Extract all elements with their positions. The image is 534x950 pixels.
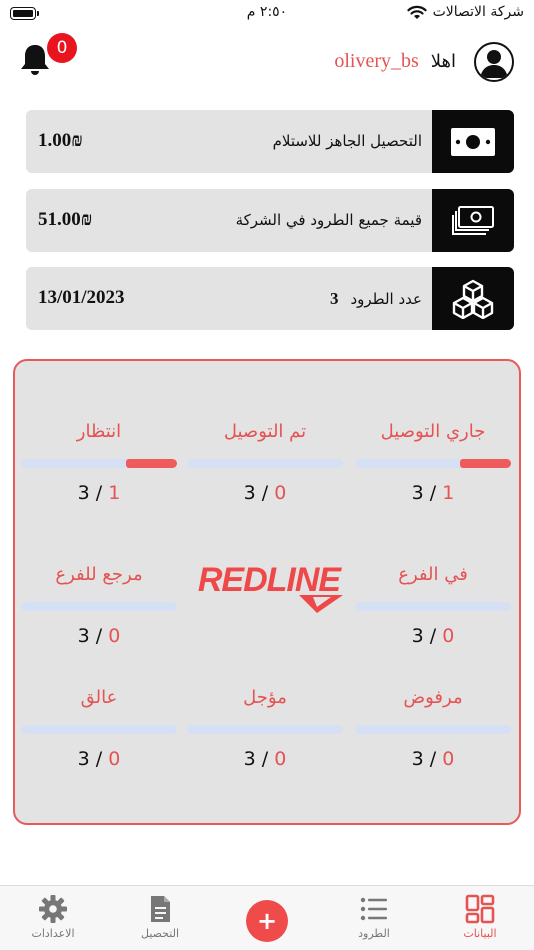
status-cell-waiting[interactable]: انتظار 3 / 1 [21,421,177,504]
card-parcels-count[interactable]: عدد الطرود 3 13/01/2023 [26,267,514,330]
progress-bar [355,459,511,468]
card-label-text: عدد الطرود [350,290,422,308]
card-value: 13/01/2023 [38,287,125,308]
nav-label: التحصيل [140,927,180,940]
current-count: 0 [274,482,287,504]
clock: ٢:٥٠ م [246,4,288,20]
progress-bar [355,725,511,734]
avatar[interactable] [474,42,514,82]
progress-bar [21,459,177,468]
status-label: مرفوض [403,687,463,708]
current-count: 0 [442,625,455,647]
card-label: عدد الطرود 3 [330,289,422,309]
document-icon [151,896,170,922]
dashboard-icon [465,894,495,924]
status-label: انتظار [76,421,122,442]
card-parcels-value[interactable]: قيمة جميع الطرود في الشركة 51.00₪ [26,189,514,252]
nav-settings[interactable]: الاعدادات [13,894,93,940]
cash-icon [451,127,495,156]
status-count: 3 / 1 [411,482,455,504]
current-count: 0 [274,748,287,770]
add-parcel-button[interactable]: + [246,900,288,942]
status-cell-in-delivery[interactable]: جاري التوصيل 3 / 1 [355,421,511,504]
card-label: التحصيل الجاهز للاستلام [273,132,422,150]
status-label: جاري التوصيل [380,421,486,442]
total-count: 3 [77,625,90,647]
progress-bar [21,602,177,611]
cash-stack-icon [452,205,494,235]
current-count: 0 [108,625,121,647]
status-count: 3 / 0 [243,482,287,504]
redline-logo: REDLINE [198,561,343,613]
status-cell-delivered[interactable]: تم التوصيل 3 / 0 [187,421,343,504]
status-cell-stuck[interactable]: عالق 3 / 0 [21,687,177,770]
card-icon-box [432,110,514,173]
card-count: 3 [329,289,339,308]
app-header: 0 اهلا olivery_bs [0,28,534,98]
card-label: قيمة جميع الطرود في الشركة [236,211,422,229]
notification-badge[interactable]: 0 [47,33,77,63]
progress-fill [459,459,511,468]
progress-bar [187,459,343,468]
total-count: 3 [411,625,424,647]
status-label: في الفرع [398,564,468,585]
status-label: مرجع للفرع [55,564,143,585]
nav-label: الاعدادات [31,927,75,940]
current-count: 1 [108,482,121,504]
list-icon [360,897,387,921]
status-cell-postponed[interactable]: مؤجل 3 / 0 [187,687,343,770]
status-panel: جاري التوصيل 3 / 1 تم التوصيل 3 / 0 انتظ… [13,359,521,825]
total-count: 3 [411,482,424,504]
gear-icon [39,895,67,923]
boxes-icon [452,279,494,319]
total-count: 3 [77,482,90,504]
username: olivery_bs [334,50,419,72]
progress-fill [125,459,177,468]
logo-text: REDLINE [198,561,343,599]
status-count: 3 / 0 [411,625,455,647]
total-count: 3 [77,748,90,770]
status-count: 3 / 0 [243,748,287,770]
current-count: 1 [442,482,455,504]
status-count: 3 / 0 [77,748,121,770]
greeting-text: اهلا [430,51,456,72]
card-icon-box [432,267,514,330]
nav-dashboard[interactable]: البيانات [440,894,520,940]
user-icon [480,50,508,78]
nav-label: البيانات [463,927,497,940]
progress-bar [355,602,511,611]
nav-parcels[interactable]: الطرود [334,894,414,940]
status-count: 3 / 0 [411,748,455,770]
card-icon-box [432,189,514,252]
current-count: 0 [108,748,121,770]
status-cell-returned-to-branch[interactable]: مرجع للفرع 3 / 0 [21,564,177,647]
card-value: 51.00₪ [38,209,93,230]
status-bar: شركة الاتصالات ٢:٥٠ م [0,0,534,28]
status-count: 3 / 0 [77,625,121,647]
status-label: تم التوصيل [223,421,307,442]
nav-collection[interactable]: التحصيل [120,894,200,940]
card-ready-collection[interactable]: التحصيل الجاهز للاستلام 1.00₪ [26,110,514,173]
status-cell-in-branch[interactable]: في الفرع 3 / 0 [355,564,511,647]
current-count: 0 [442,748,455,770]
status-label: عالق [80,687,118,708]
greeting: اهلا olivery_bs [334,50,456,73]
total-count: 3 [243,482,256,504]
status-cell-rejected[interactable]: مرفوض 3 / 0 [355,687,511,770]
card-label-text: التحصيل الجاهز للاستلام [272,132,422,150]
bottom-nav: البيانات الطرود + التحصيل الاعدادات [0,885,534,950]
status-count: 3 / 1 [77,482,121,504]
battery-icon [10,7,39,20]
total-count: 3 [411,748,424,770]
progress-bar [187,725,343,734]
status-label: مؤجل [243,687,287,708]
total-count: 3 [243,748,256,770]
card-value: 1.00₪ [38,130,83,151]
progress-bar [21,725,177,734]
card-label-text: قيمة جميع الطرود في الشركة [235,211,422,229]
nav-label: الطرود [358,927,390,940]
